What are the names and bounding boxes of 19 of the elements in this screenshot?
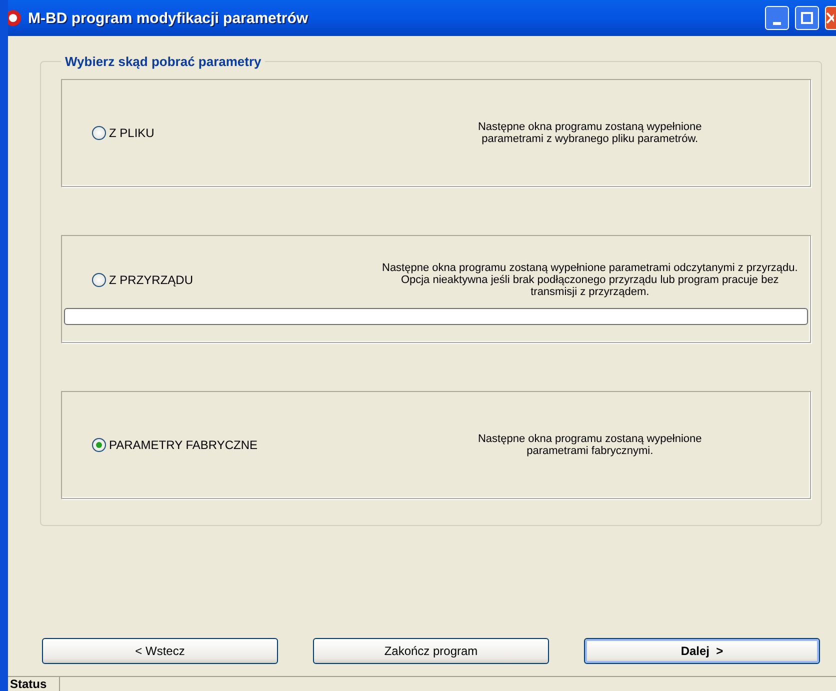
minimize-icon (773, 22, 781, 24)
nav-button[interactable]: Zakończ program (313, 638, 549, 664)
radio-option[interactable]: PARAMETRY FABRYCZNE (64, 438, 382, 452)
close-button[interactable] (825, 6, 836, 30)
nav-button[interactable]: < Wstecz (42, 638, 278, 664)
maximize-button[interactable] (795, 6, 819, 30)
group-title: Wybierz skąd pobrać parametry (64, 54, 262, 69)
window-title: M-BD program modyfikacji parametrów (28, 10, 310, 26)
option-description: Następne okna programu zostaną wypełnione parametrami odczytanymi z przyrządu. Opcja nieaktywna jeśli brak podłączonego przyrządu lub program pracuje bez transmisji z przyrządem. (382, 262, 799, 298)
minimize-button[interactable] (765, 6, 789, 30)
status-text: Status (8, 677, 60, 691)
maximize-icon (801, 12, 813, 24)
option-description: Następne okna programu zostaną wypełnione parametrami fabrycznymi. (476, 433, 703, 457)
radio-option[interactable]: Z PLIKU (64, 126, 382, 140)
close-icon (826, 12, 834, 24)
app-icon (8, 9, 22, 27)
radio-option[interactable]: Z PRZYRZĄDU (64, 272, 382, 286)
option-description: Następne okna programu zostaną wypełnione parametrami z wybranego pliku parametrów. (476, 121, 703, 145)
nav-button[interactable]: Dalej > (584, 638, 820, 664)
